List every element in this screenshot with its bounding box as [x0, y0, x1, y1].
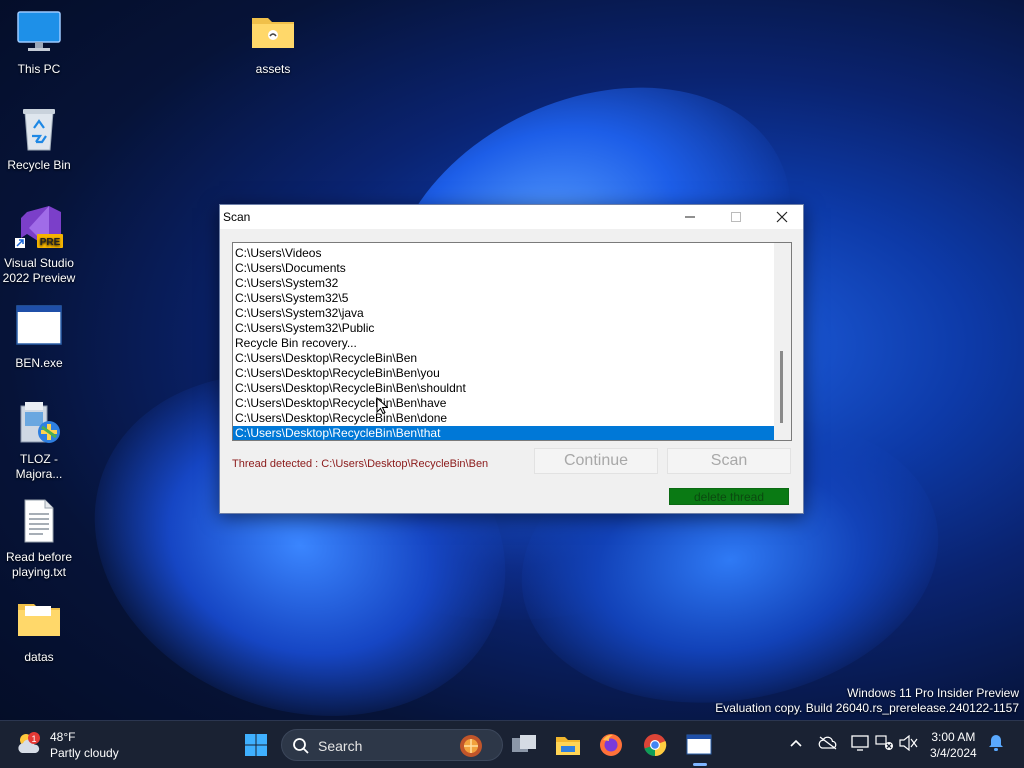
desktop-icon-recycle-bin[interactable]: Recycle Bin [0, 106, 78, 173]
chevron-up-icon [790, 739, 802, 747]
network-disconnected-icon [875, 735, 893, 750]
minimize-icon [685, 216, 695, 218]
installer-icon [15, 400, 63, 448]
desktop-icon-tloz[interactable]: TLOZ - Majora... [0, 400, 78, 482]
search-placeholder: Search [318, 738, 363, 754]
start-button[interactable] [240, 729, 272, 761]
windows-logo-icon [245, 734, 267, 756]
window-app-icon [686, 734, 712, 755]
desktop-icon-label: Read before playing.txt [5, 550, 73, 579]
desktop-icon-label: TLOZ - Majora... [15, 452, 63, 481]
maximize-button[interactable] [713, 205, 759, 229]
chrome-icon [644, 734, 667, 757]
folder-icon [249, 10, 297, 58]
clock-date: 3/4/2024 [930, 746, 977, 760]
task-view-icon [512, 735, 536, 752]
firefox-button[interactable] [595, 729, 627, 761]
scan-button[interactable]: Scan [667, 448, 791, 474]
weather-widget[interactable]: 1 48°F Partly cloudy [16, 729, 136, 761]
scan-results-list[interactable]: C:\Users\Videos C:\Users\Documents C:\Us… [232, 242, 792, 441]
taskbar-search[interactable]: Search [281, 729, 503, 761]
continue-button[interactable]: Continue [534, 448, 658, 474]
list-item[interactable]: C:\Users\Desktop\RecycleBin\Ben\have [233, 396, 774, 411]
list-item[interactable]: C:\Users\Videos [233, 246, 774, 261]
task-view-button[interactable] [508, 729, 540, 761]
maximize-icon [731, 212, 741, 222]
monitor-icon [15, 10, 63, 58]
desktop-icon-label: Visual Studio 2022 Preview [2, 256, 76, 285]
desktop-icon-label: assets [255, 62, 291, 76]
thread-status-text: Thread detected : C:\Users\Desktop\Recyc… [232, 458, 489, 470]
minimize-button[interactable] [667, 205, 713, 229]
network-tray[interactable] [875, 733, 895, 753]
close-button[interactable] [759, 205, 805, 229]
active-indicator [693, 763, 707, 766]
title-bar[interactable]: Scan [220, 205, 803, 229]
desktop-icon-label: BEN.exe [15, 356, 63, 370]
display-tray[interactable] [850, 733, 870, 753]
list-item-selected[interactable]: C:\Users\Desktop\RecycleBin\Ben\that [233, 426, 774, 440]
list-item[interactable]: C:\Users\System32\5 [233, 291, 774, 306]
clock-time: 3:00 AM [931, 730, 976, 744]
list-item[interactable]: Recycle Bin recovery... [233, 336, 774, 351]
list-item[interactable]: C:\Users\Documents [233, 261, 774, 276]
partly-cloudy-icon: 1 [16, 731, 44, 757]
close-icon [776, 211, 788, 223]
desktop-icon-ben-exe[interactable]: BEN.exe [0, 304, 78, 371]
window-title: Scan [223, 210, 251, 224]
svg-text:PRE: PRE [40, 237, 61, 248]
list-item[interactable]: C:\Users\Desktop\RecycleBin\Ben\shouldnt [233, 381, 774, 396]
ben-exe-taskbar-button[interactable] [683, 729, 715, 766]
desktop-icon-label: This PC [17, 62, 61, 76]
watermark-line1: Windows 11 Pro Insider Preview [847, 686, 1019, 700]
weather-condition: Partly cloudy [50, 746, 119, 760]
search-icon [293, 738, 309, 754]
list-item[interactable]: C:\Users\Desktop\RecycleBin\Ben\you [233, 366, 774, 381]
weather-temperature: 48°F [50, 730, 76, 744]
evaluation-watermark: Windows 11 Pro Insider Preview Evaluatio… [715, 686, 1019, 716]
folder-icon [15, 598, 63, 646]
bell-icon [989, 735, 1003, 751]
desktop-icon-assets[interactable]: assets [234, 10, 312, 77]
firefox-icon [600, 734, 622, 756]
delete-thread-button[interactable]: delete thread [669, 488, 789, 505]
scan-window[interactable]: Scan C:\Users\Videos C:\Users\Documents … [219, 204, 804, 514]
mouse-cursor-icon [376, 397, 388, 415]
recycle-bin-icon [15, 106, 63, 154]
desktop-icon-datas[interactable]: datas [0, 598, 78, 665]
desktop-icon-label: datas [24, 650, 54, 664]
notifications-button[interactable] [986, 733, 1006, 753]
list-item[interactable]: C:\Users\Desktop\RecycleBin\Ben [233, 351, 774, 366]
list-item[interactable]: C:\Users\System32\java [233, 306, 774, 321]
window-app-icon [15, 304, 63, 352]
search-highlight-icon [460, 735, 482, 757]
chrome-button[interactable] [639, 729, 671, 761]
list-scrollbar[interactable] [774, 243, 791, 440]
taskbar-clock[interactable]: 3:00 AM 3/4/2024 [930, 729, 977, 761]
desktop-icon-visual-studio[interactable]: PRE Visual Studio 2022 Preview [0, 204, 78, 286]
list-item[interactable]: C:\Users\System32 [233, 276, 774, 291]
scrollbar-thumb[interactable] [780, 351, 783, 423]
file-explorer-icon [556, 737, 580, 755]
desktop-icon-this-pc[interactable]: This PC [0, 10, 78, 77]
desktop-icon-label: Recycle Bin [7, 158, 71, 172]
watermark-line2: Evaluation copy. Build 26040.rs_prerelea… [715, 701, 1019, 715]
file-explorer-button[interactable] [552, 729, 584, 761]
taskbar: 1 48°F Partly cloudy Search 3:00 AM 3/4/… [0, 720, 1024, 768]
volume-tray[interactable] [898, 733, 918, 753]
svg-text:1: 1 [31, 734, 36, 744]
onedrive-tray[interactable] [818, 733, 838, 753]
list-item[interactable]: C:\Users\Desktop\RecycleBin\Ben\done [233, 411, 774, 426]
list-item[interactable]: C:\Users\System32\Public [233, 321, 774, 336]
desktop-icon-read-before-playing[interactable]: Read before playing.txt [0, 498, 78, 580]
speaker-muted-icon [899, 735, 918, 751]
show-hidden-icons-button[interactable] [786, 733, 806, 753]
visual-studio-icon: PRE [15, 204, 63, 252]
text-file-icon [15, 498, 63, 546]
cloud-offline-icon [818, 736, 837, 750]
monitor-icon [851, 735, 869, 751]
